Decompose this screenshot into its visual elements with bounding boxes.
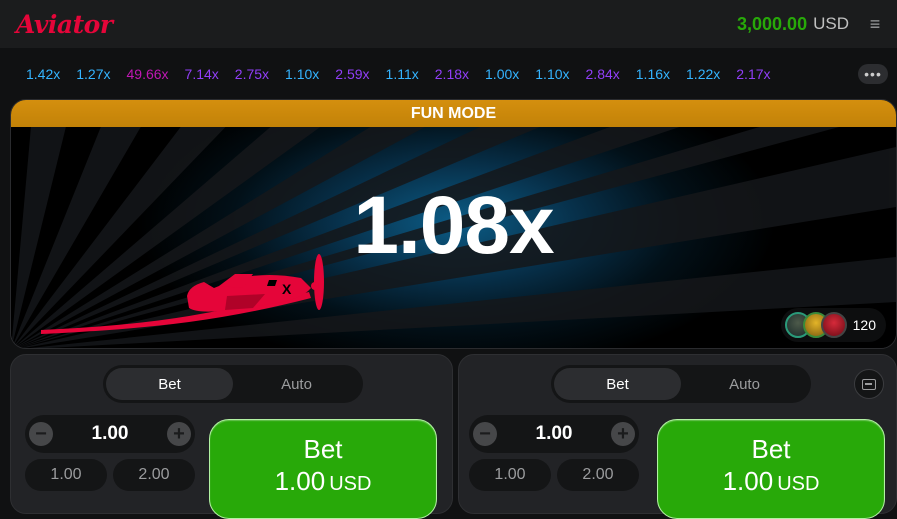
history-item: 2.75x — [234, 66, 270, 82]
tab-auto[interactable]: Auto — [681, 368, 808, 400]
history-item: 1.00x — [485, 66, 520, 82]
history-item: 2.17x — [736, 66, 771, 82]
bet-button-currency: USD — [329, 473, 372, 495]
tab-bet[interactable]: Bet — [106, 368, 233, 400]
bet-button-value: 1.00 — [274, 466, 326, 496]
bet-button-amount: 1.00 USD — [723, 468, 820, 494]
balance-amount: 3,000.00 — [737, 13, 808, 34]
place-bet-button[interactable]: Bet 1.00 USD — [657, 419, 885, 519]
bet-button-currency: USD — [777, 473, 820, 495]
game-canvas: FUN MODE 1.08x X 120 — [10, 99, 897, 349]
airplane-icon: X — [41, 254, 324, 334]
history-item: 49.66x — [126, 66, 169, 82]
history-item: 1.42x — [26, 66, 61, 82]
place-bet-button[interactable]: Bet 1.00 USD — [209, 419, 437, 519]
history-item: 1.27x — [76, 66, 111, 82]
tab-auto[interactable]: Auto — [233, 368, 360, 400]
hamburger-menu-icon[interactable]: ≡ — [865, 14, 885, 34]
quick-amount-button[interactable]: 1.00 — [25, 459, 107, 491]
remove-panel-icon[interactable] — [854, 369, 884, 399]
balance-currency: USD — [813, 14, 849, 33]
decrease-bet-button[interactable]: − — [473, 422, 497, 446]
bet-button-label: Bet — [303, 434, 343, 464]
plane-x-mark: X — [282, 281, 292, 297]
tab-bet[interactable]: Bet — [554, 368, 681, 400]
history-item: 2.18x — [434, 66, 470, 82]
history-item: 1.16x — [635, 66, 671, 82]
balance-area: 3,000.00 USD ≡ — [737, 14, 885, 35]
history-item: 1.22x — [686, 66, 721, 82]
aviator-logo: Aviator — [16, 9, 113, 39]
bet-mode-tabs: Bet Auto — [103, 365, 363, 403]
bet-panel-2: Bet Auto − 1.00 + 1.00 2.00 Bet 1.00 USD — [458, 354, 897, 519]
history-item: 1.11x — [385, 66, 419, 82]
decrease-bet-button[interactable]: − — [29, 422, 53, 446]
bet-amount-stepper: − 1.00 + — [469, 415, 639, 453]
more-history-button[interactable]: ••• — [858, 64, 888, 84]
bet-amount-stepper: − 1.00 + — [25, 415, 195, 453]
history-item: 2.59x — [335, 66, 370, 82]
game-stage: 1.08x X 120 — [11, 127, 896, 348]
top-bar: Aviator 3,000.00 USD ≡ — [0, 0, 897, 48]
bet-mode-tabs: Bet Auto — [551, 365, 811, 403]
quick-amount-button[interactable]: 2.00 — [557, 459, 639, 491]
player-count: 120 — [852, 317, 876, 333]
quick-amount-button[interactable]: 2.00 — [113, 459, 195, 491]
avatar — [820, 312, 847, 338]
bet-button-label: Bet — [751, 434, 791, 464]
quick-amount-button[interactable]: 1.00 — [469, 459, 551, 491]
history-item: 2.84x — [585, 66, 620, 82]
bet-button-amount: 1.00 USD — [275, 468, 372, 494]
bet-amount-input[interactable]: 1.00 — [536, 423, 573, 445]
increase-bet-button[interactable]: + — [610, 422, 635, 446]
players-online: 120 — [780, 308, 886, 342]
increase-bet-button[interactable]: + — [166, 422, 191, 446]
history-item: 1.10x — [285, 66, 320, 82]
history-item: 7.14x — [184, 66, 219, 82]
history-item: 1.10x — [535, 66, 570, 82]
bet-panel-1: Bet Auto − 1.00 + 1.00 2.00 Bet 1.00 USD — [10, 354, 453, 519]
bet-amount-input[interactable]: 1.00 — [92, 423, 129, 445]
bet-button-value: 1.00 — [722, 466, 774, 496]
multiplier-history: 1.42x 1.27x 49.66x 7.14x 2.75x 1.10x 2.5… — [0, 60, 897, 88]
fun-mode-banner: FUN MODE — [11, 100, 896, 127]
